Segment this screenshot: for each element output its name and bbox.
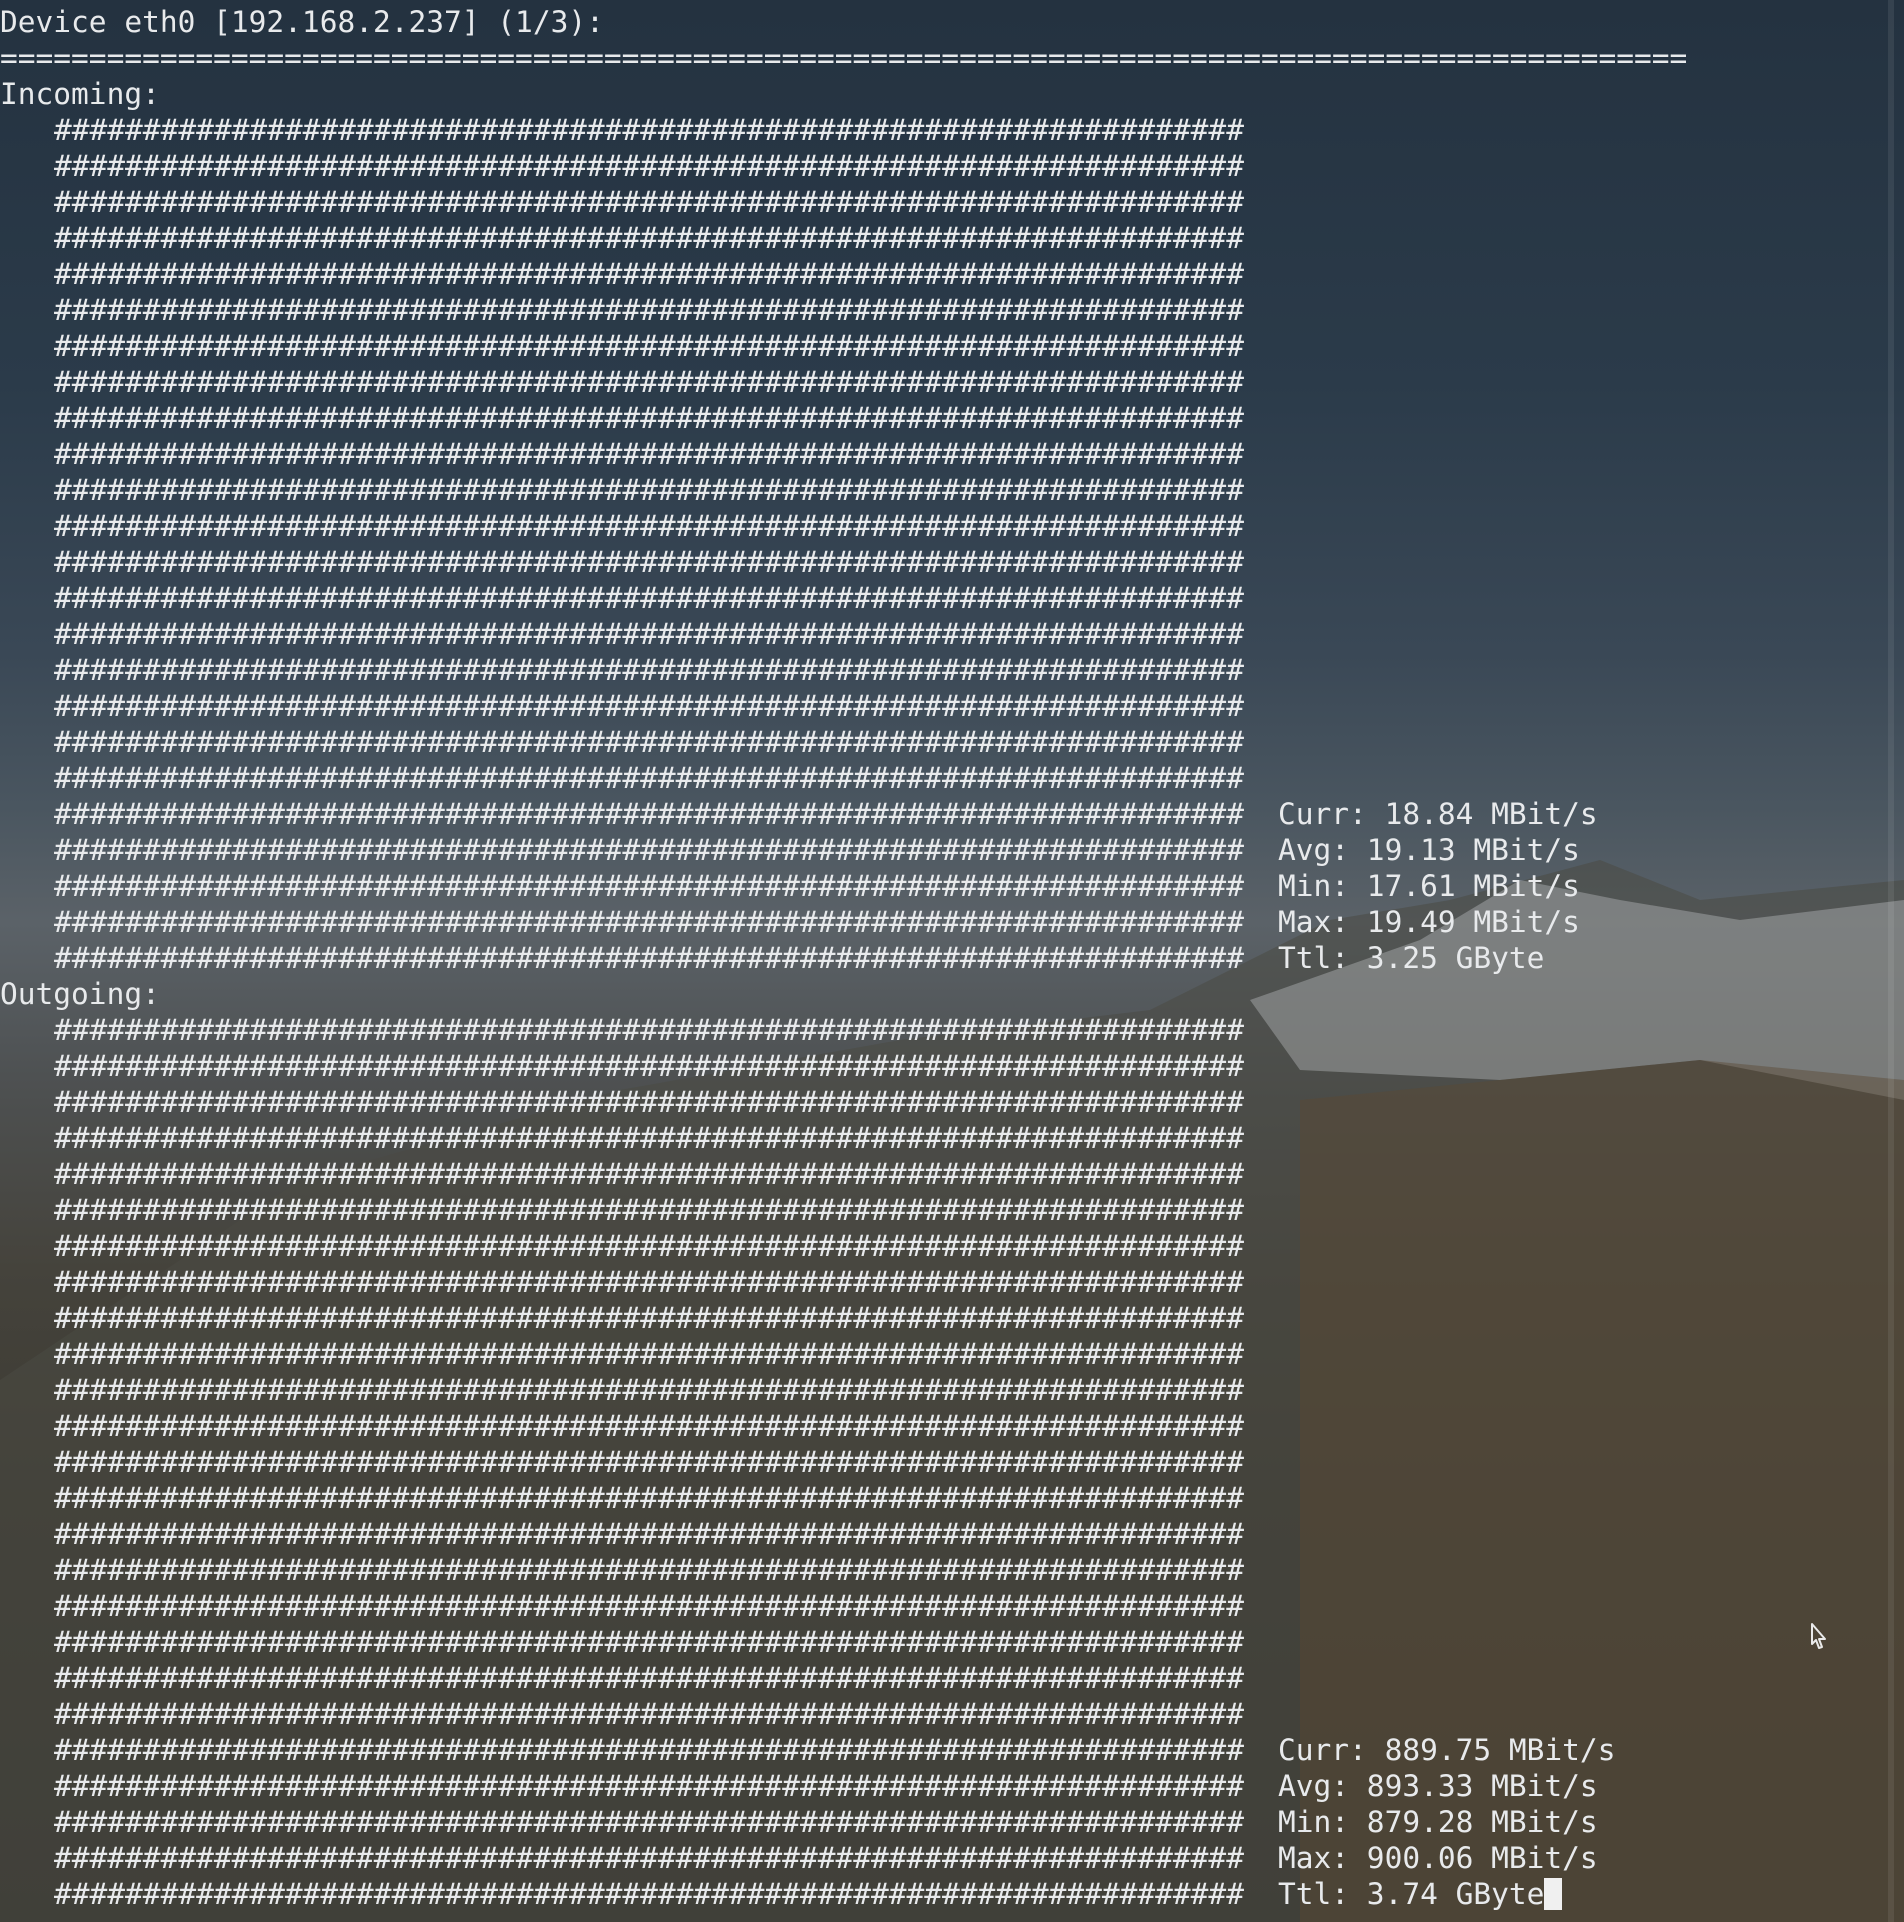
outgoing-graph-row: ########################################… (54, 1481, 1244, 1515)
outgoing-max: Max: 900.06 MBit/s (1278, 1841, 1598, 1875)
outgoing-min: Min: 879.28 MBit/s (1278, 1805, 1598, 1839)
incoming-curr: Curr: 18.84 MBit/s (1278, 797, 1598, 831)
terminal-scrollbar[interactable] (1888, 0, 1894, 1922)
outgoing-graph-row: ########################################… (54, 1157, 1244, 1191)
incoming-graph-row: ########################################… (54, 581, 1244, 615)
incoming-label: Incoming: (0, 77, 160, 111)
incoming-graph-row: ########################################… (54, 653, 1244, 687)
outgoing-label: Outgoing: (0, 977, 160, 1011)
outgoing-ttl: Ttl: 3.74 GByte (1278, 1877, 1545, 1911)
outgoing-graph-row: ########################################… (54, 1085, 1244, 1119)
outgoing-graph-row: ########################################… (54, 1121, 1244, 1155)
incoming-graph-row: ########################################… (54, 509, 1244, 543)
outgoing-graph-row: ########################################… (54, 1625, 1244, 1659)
incoming-graph-row: ########################################… (54, 797, 1244, 831)
incoming-min: Min: 17.61 MBit/s (1278, 869, 1580, 903)
outgoing-graph-row: ########################################… (54, 1733, 1244, 1767)
incoming-graph-row: ########################################… (54, 401, 1244, 435)
incoming-graph-row: ########################################… (54, 545, 1244, 579)
incoming-graph-row: ########################################… (54, 833, 1244, 867)
outgoing-graph-row: ########################################… (54, 1661, 1244, 1695)
outgoing-graph-row: ########################################… (54, 1193, 1244, 1227)
outgoing-graph-row: ########################################… (54, 1013, 1244, 1047)
terminal-cursor (1544, 1878, 1563, 1910)
incoming-graph-row: ########################################… (54, 185, 1244, 219)
incoming-ttl: Ttl: 3.25 GByte (1278, 941, 1545, 975)
outgoing-graph-row: ########################################… (54, 1589, 1244, 1623)
incoming-graph-row: ########################################… (54, 113, 1244, 147)
outgoing-graph-row: ########################################… (54, 1373, 1244, 1407)
incoming-avg: Avg: 19.13 MBit/s (1278, 833, 1580, 867)
outgoing-graph-row: ########################################… (54, 1769, 1244, 1803)
outgoing-graph-row: ########################################… (54, 1517, 1244, 1551)
incoming-graph-row: ########################################… (54, 365, 1244, 399)
separator-line: ========================================… (0, 41, 1688, 75)
incoming-graph-row: ########################################… (54, 257, 1244, 291)
outgoing-graph-row: ########################################… (54, 1877, 1244, 1911)
incoming-graph-row: ########################################… (54, 149, 1244, 183)
incoming-graph-row: ########################################… (54, 725, 1244, 759)
incoming-graph-row: ########################################… (54, 221, 1244, 255)
outgoing-graph-row: ########################################… (54, 1301, 1244, 1335)
incoming-graph-row: ########################################… (54, 941, 1244, 975)
outgoing-graph-row: ########################################… (54, 1049, 1244, 1083)
outgoing-graph-row: ########################################… (54, 1805, 1244, 1839)
terminal-window[interactable]: Device eth0 [192.168.2.237] (1/3): =====… (0, 0, 1880, 1922)
incoming-graph-row: ########################################… (54, 689, 1244, 723)
outgoing-graph-row: ########################################… (54, 1229, 1244, 1263)
incoming-graph-row: ########################################… (54, 437, 1244, 471)
incoming-max: Max: 19.49 MBit/s (1278, 905, 1580, 939)
device-header: Device eth0 [192.168.2.237] (1/3): (0, 5, 604, 39)
outgoing-graph-row: ########################################… (54, 1337, 1244, 1371)
outgoing-graph-row: ########################################… (54, 1445, 1244, 1479)
incoming-graph-row: ########################################… (54, 869, 1244, 903)
outgoing-ttl-line: Ttl: 3.74 GByte (1278, 1876, 1563, 1912)
incoming-graph-row: ########################################… (54, 329, 1244, 363)
outgoing-avg: Avg: 893.33 MBit/s (1278, 1769, 1598, 1803)
outgoing-graph-row: ########################################… (54, 1265, 1244, 1299)
incoming-graph-row: ########################################… (54, 905, 1244, 939)
outgoing-curr: Curr: 889.75 MBit/s (1278, 1733, 1616, 1767)
incoming-graph-row: ########################################… (54, 617, 1244, 651)
outgoing-graph-row: ########################################… (54, 1409, 1244, 1443)
incoming-graph-row: ########################################… (54, 473, 1244, 507)
outgoing-graph-row: ########################################… (54, 1841, 1244, 1875)
outgoing-graph-row: ########################################… (54, 1553, 1244, 1587)
outgoing-graph-row: ########################################… (54, 1697, 1244, 1731)
mouse-pointer-icon (1811, 1623, 1826, 1649)
incoming-graph-row: ########################################… (54, 761, 1244, 795)
incoming-graph-row: ########################################… (54, 293, 1244, 327)
